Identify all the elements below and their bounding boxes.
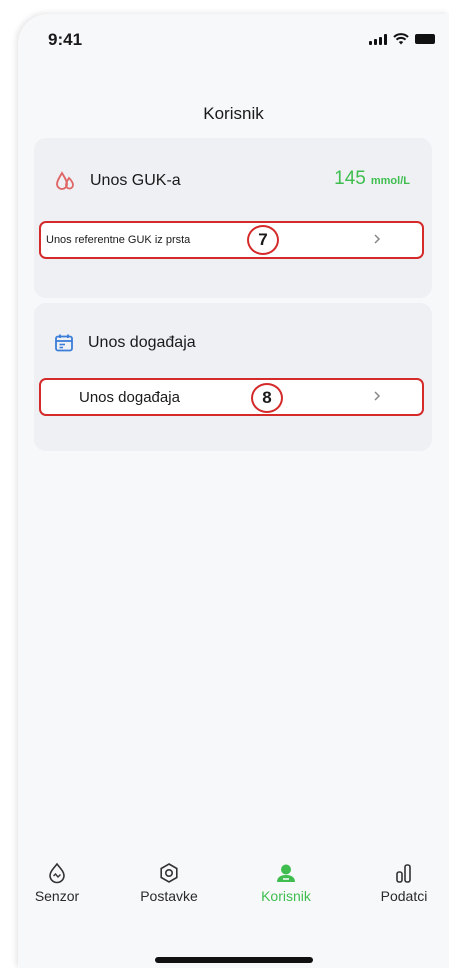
battery-icon: [415, 34, 435, 44]
glucose-entry-card: Unos GUK-a 145 mmol/L Unos referentne GU…: [34, 138, 432, 298]
user-icon: [277, 864, 295, 882]
event-entry-row[interactable]: Unos događaja 8: [39, 378, 424, 416]
annotation-badge-7: 7: [247, 225, 279, 255]
glucose-value-unit: mmol/L: [370, 175, 410, 187]
reference-glucose-label: Unos referentne GUK iz prsta: [46, 234, 191, 246]
status-time: 9:41: [48, 30, 83, 49]
bar-chart-icon: [396, 864, 411, 883]
chevron-right-icon: [374, 234, 381, 244]
glucose-card-title: Unos GUK-a: [90, 172, 181, 189]
tab-senzor-label: Senzor: [34, 888, 80, 904]
phone-screen: 9:41 Korisnik Unos GUK-a 145 mmol/L Unos…: [18, 14, 449, 968]
blood-drop-icon: [56, 171, 74, 190]
annotation-badge-8: 8: [251, 383, 283, 413]
reference-glucose-row[interactable]: Unos referentne GUK iz prsta 7: [39, 221, 424, 259]
sensor-icon: [49, 862, 65, 884]
calendar-icon: [55, 334, 73, 352]
bottom-tab-bar: Senzor Postavke Korisnik Podatci: [18, 862, 449, 922]
status-bar: 9:41: [18, 14, 449, 62]
tab-korisnik[interactable]: Korisnik: [241, 862, 331, 904]
glucose-card-header: Unos GUK-a: [54, 170, 181, 192]
glucose-value-number: 145: [334, 168, 366, 189]
tab-podatci[interactable]: Podatci: [359, 862, 449, 904]
tab-postavke-label: Postavke: [140, 888, 198, 904]
event-entry-card: Unos događaja Unos događaja 8: [34, 303, 432, 451]
event-entry-label: Unos događaja: [79, 388, 180, 406]
wifi-icon: [393, 33, 409, 45]
tab-senzor[interactable]: Senzor: [18, 862, 102, 904]
tab-korisnik-label: Korisnik: [261, 888, 311, 904]
settings-icon: [160, 863, 178, 883]
event-card-header: Unos događaja: [54, 333, 196, 353]
tab-postavke[interactable]: Postavke: [124, 862, 214, 904]
home-indicator: [155, 957, 313, 963]
glucose-value: 145 mmol/L: [334, 168, 410, 190]
page-title: Korisnik: [203, 104, 264, 123]
event-card-title: Unos događaja: [88, 334, 196, 351]
chevron-right-icon: [374, 391, 381, 401]
status-icons: [369, 33, 435, 45]
signal-icon: [369, 33, 387, 45]
tab-podatci-label: Podatci: [380, 888, 428, 904]
